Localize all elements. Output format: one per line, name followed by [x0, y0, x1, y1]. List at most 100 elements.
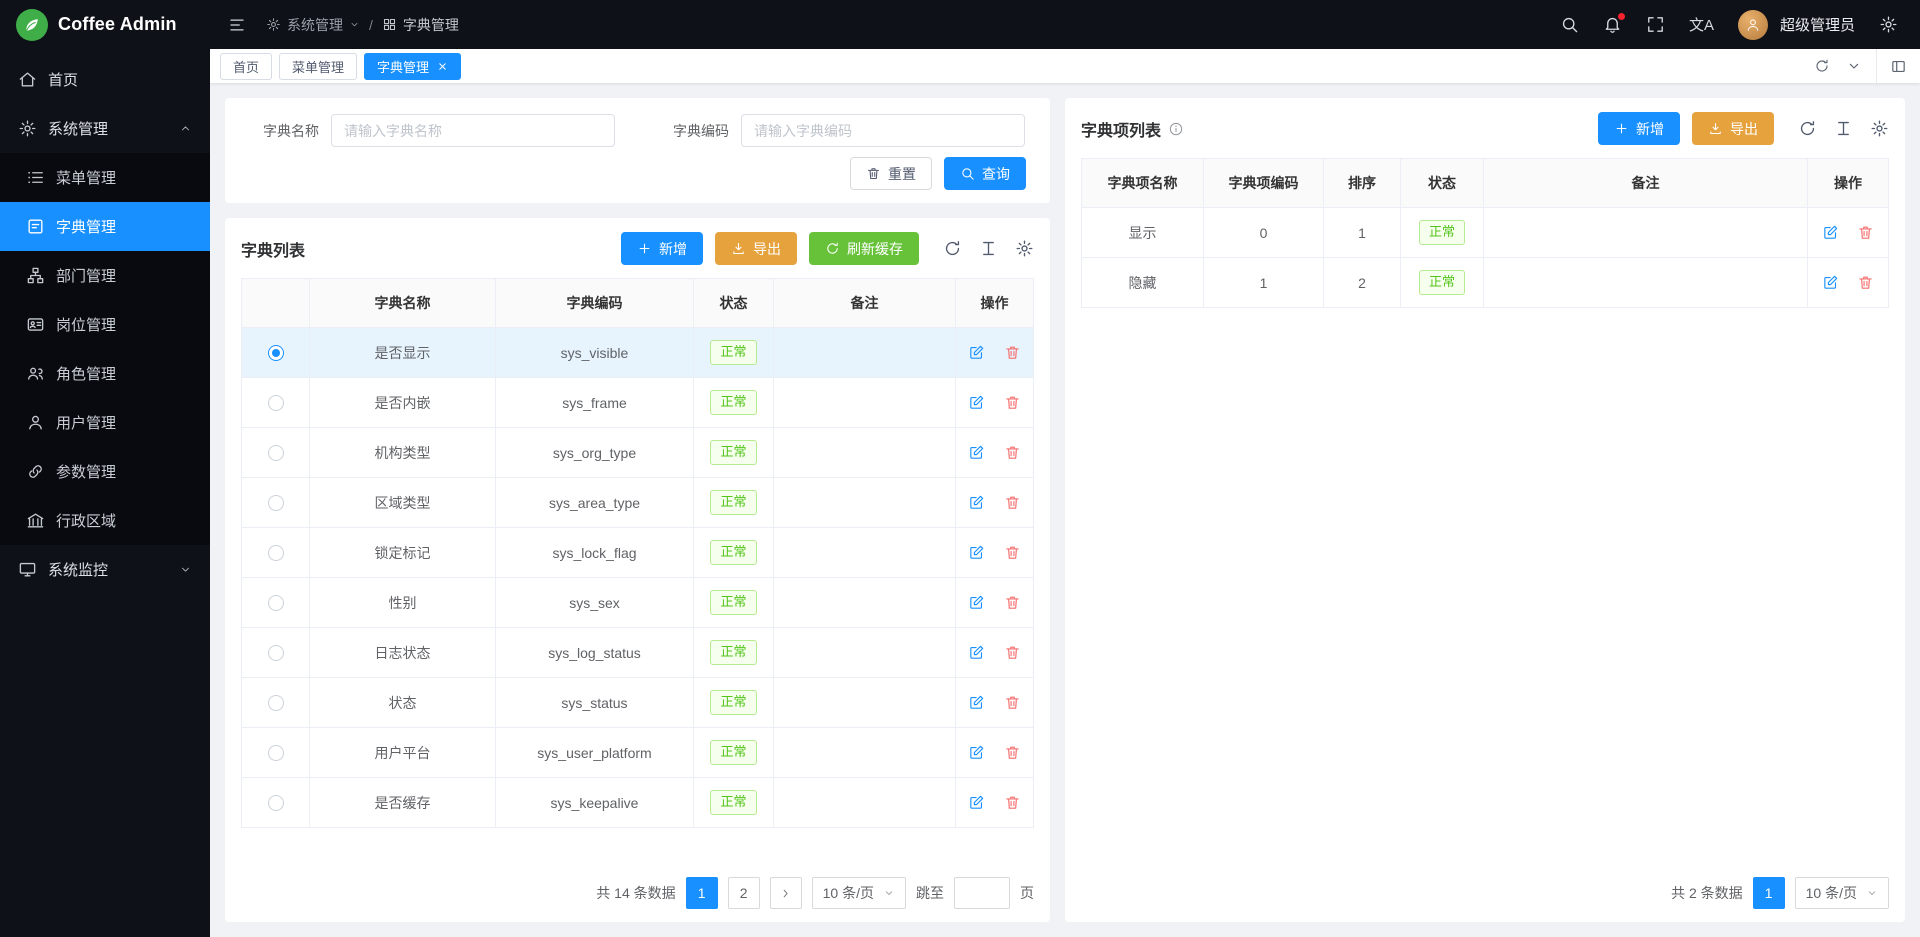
- dict-table-row[interactable]: 用户平台 sys_user_platform 正常: [242, 728, 1034, 778]
- sidebar-item-region[interactable]: 行政区域: [0, 496, 210, 545]
- row-radio[interactable]: [268, 445, 284, 461]
- dict-name-input[interactable]: [331, 114, 615, 147]
- reset-button[interactable]: 重置: [850, 157, 932, 190]
- chevron-down-icon[interactable]: [1846, 58, 1862, 74]
- row-radio[interactable]: [268, 595, 284, 611]
- translate-icon[interactable]: 文A: [1689, 14, 1714, 35]
- dict-table-row[interactable]: 锁定标记 sys_lock_flag 正常: [242, 528, 1034, 578]
- sidebar-item-system-mgmt[interactable]: 系统管理: [0, 104, 210, 153]
- edit-icon[interactable]: [1822, 274, 1839, 291]
- sidebar-item-param-mgmt[interactable]: 参数管理: [0, 447, 210, 496]
- dict-table-row[interactable]: 状态 sys_status 正常: [242, 678, 1034, 728]
- collapse-sidebar-icon[interactable]: [228, 16, 246, 34]
- refresh-cache-button[interactable]: 刷新缓存: [809, 232, 919, 265]
- sidebar-item-dict-mgmt[interactable]: 字典管理: [0, 202, 210, 251]
- row-radio[interactable]: [268, 495, 284, 511]
- sidebar-item-label: 系统管理: [48, 118, 108, 139]
- edit-icon[interactable]: [968, 394, 985, 411]
- add-item-button[interactable]: 新增: [1598, 112, 1680, 145]
- delete-icon[interactable]: [1004, 394, 1021, 411]
- delete-icon[interactable]: [1004, 794, 1021, 811]
- dict-table-row[interactable]: 机构类型 sys_org_type 正常: [242, 428, 1034, 478]
- tab-home[interactable]: 首页: [220, 53, 272, 80]
- fullscreen-icon[interactable]: [1646, 15, 1665, 34]
- delete-icon[interactable]: [1004, 644, 1021, 661]
- dict-table-row[interactable]: 是否缓存 sys_keepalive 正常: [242, 778, 1034, 828]
- dict-table-row[interactable]: 性别 sys_sex 正常: [242, 578, 1034, 628]
- edit-icon[interactable]: [968, 594, 985, 611]
- sidebar-item-post-mgmt[interactable]: 岗位管理: [0, 300, 210, 349]
- dict-table-row[interactable]: 日志状态 sys_log_status 正常: [242, 628, 1034, 678]
- close-icon[interactable]: [437, 61, 448, 72]
- row-radio[interactable]: [268, 545, 284, 561]
- delete-icon[interactable]: [1004, 694, 1021, 711]
- edit-icon[interactable]: [968, 694, 985, 711]
- delete-icon[interactable]: [1004, 444, 1021, 461]
- refresh-table-icon[interactable]: [943, 239, 962, 258]
- edit-icon[interactable]: [968, 744, 985, 761]
- jump-page-input[interactable]: [954, 877, 1010, 909]
- dict-item-table-row[interactable]: 隐藏 1 2 正常: [1082, 258, 1889, 308]
- page-1-button[interactable]: 1: [686, 877, 718, 909]
- sidebar-item-role-mgmt[interactable]: 角色管理: [0, 349, 210, 398]
- table-settings-gear-icon[interactable]: [1015, 239, 1034, 258]
- tab-dict-mgmt[interactable]: 字典管理: [364, 53, 461, 80]
- layout-panel-icon[interactable]: [1876, 49, 1920, 83]
- edit-icon[interactable]: [968, 444, 985, 461]
- settings-gear-icon[interactable]: [1879, 15, 1898, 34]
- page-size-select[interactable]: 10 条/页: [812, 877, 906, 909]
- dict-table-row[interactable]: 是否显示 sys_visible 正常: [242, 328, 1034, 378]
- refresh-table-icon[interactable]: [1798, 119, 1817, 138]
- edit-icon[interactable]: [968, 794, 985, 811]
- breadcrumb-system-mgmt[interactable]: 系统管理: [266, 15, 360, 35]
- export-item-button[interactable]: 导出: [1692, 112, 1774, 145]
- row-radio[interactable]: [268, 645, 284, 661]
- row-radio[interactable]: [268, 745, 284, 761]
- edit-icon[interactable]: [1822, 224, 1839, 241]
- page-size-select[interactable]: 10 条/页: [1795, 877, 1889, 909]
- sidebar-item-dept-mgmt[interactable]: 部门管理: [0, 251, 210, 300]
- delete-icon[interactable]: [1004, 494, 1021, 511]
- page-1-button[interactable]: 1: [1753, 877, 1785, 909]
- notification-bell-icon[interactable]: [1603, 15, 1622, 34]
- edit-icon[interactable]: [968, 644, 985, 661]
- row-radio[interactable]: [268, 695, 284, 711]
- search-button[interactable]: 查询: [944, 157, 1026, 190]
- logo[interactable]: Coffee Admin: [0, 0, 210, 49]
- edit-icon[interactable]: [968, 544, 985, 561]
- page-2-button[interactable]: 2: [728, 877, 760, 909]
- sidebar-item-home[interactable]: 首页: [0, 55, 210, 104]
- export-button[interactable]: 导出: [715, 232, 797, 265]
- dict-table-row[interactable]: 区域类型 sys_area_type 正常: [242, 478, 1034, 528]
- delete-icon[interactable]: [1857, 274, 1874, 291]
- tab-menu-mgmt[interactable]: 菜单管理: [279, 53, 357, 80]
- table-density-icon[interactable]: [1834, 119, 1853, 138]
- user-name[interactable]: 超级管理员: [1780, 14, 1855, 35]
- avatar[interactable]: [1738, 10, 1768, 40]
- edit-icon[interactable]: [968, 344, 985, 361]
- delete-icon[interactable]: [1857, 224, 1874, 241]
- sidebar-item-system-monitor[interactable]: 系统监控: [0, 545, 210, 594]
- delete-icon[interactable]: [1004, 594, 1021, 611]
- next-page-button[interactable]: [770, 877, 802, 909]
- table-density-icon[interactable]: [979, 239, 998, 258]
- dict-code-input[interactable]: [741, 114, 1025, 147]
- status-badge: 正常: [710, 440, 756, 464]
- dict-item-table-row[interactable]: 显示 0 1 正常: [1082, 208, 1889, 258]
- row-radio[interactable]: [268, 395, 284, 411]
- sidebar-item-user-mgmt[interactable]: 用户管理: [0, 398, 210, 447]
- delete-icon[interactable]: [1004, 744, 1021, 761]
- row-radio[interactable]: [268, 345, 284, 361]
- search-icon[interactable]: [1560, 15, 1579, 34]
- table-settings-gear-icon[interactable]: [1870, 119, 1889, 138]
- delete-icon[interactable]: [1004, 344, 1021, 361]
- refresh-icon[interactable]: [1814, 58, 1830, 74]
- sidebar-item-menu-mgmt[interactable]: 菜单管理: [0, 153, 210, 202]
- dict-table-row[interactable]: 是否内嵌 sys_frame 正常: [242, 378, 1034, 428]
- delete-icon[interactable]: [1004, 544, 1021, 561]
- edit-icon[interactable]: [968, 494, 985, 511]
- breadcrumb-dict-mgmt: 字典管理: [382, 15, 459, 35]
- info-icon[interactable]: [1168, 121, 1184, 137]
- add-button[interactable]: 新增: [621, 232, 703, 265]
- row-radio[interactable]: [268, 795, 284, 811]
